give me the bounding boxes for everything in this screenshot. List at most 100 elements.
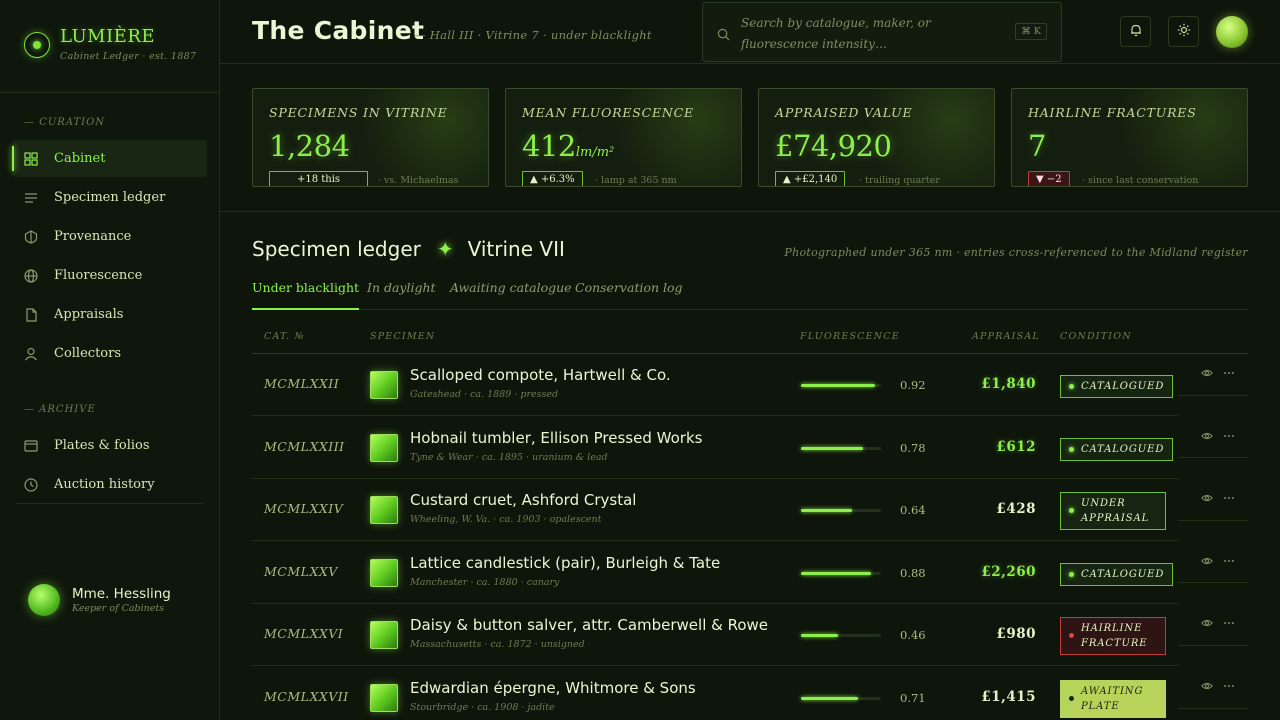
specimen-name[interactable]: Daisy & button salver, attr. Camberwell …: [410, 616, 768, 634]
brand[interactable]: LUMIÈRE Cabinet Ledger · est. 1887: [24, 26, 196, 62]
fluorescence-bar-fill: [801, 634, 838, 638]
sidebar-item-label: Fluorescence: [54, 268, 143, 283]
specimen-meta: Tyne & Wear · ca. 1895 · uranium & lead: [410, 451, 608, 463]
table-row[interactable]: MCMLXXII Scalloped compote, Hartwell & Co…: [252, 354, 1178, 416]
eye-icon[interactable]: [1200, 429, 1214, 443]
eye-icon[interactable]: [1200, 554, 1214, 568]
catalogue-number: MCMLXXVI: [264, 626, 344, 642]
kpi-card-fluorescence[interactable]: MEAN FLUORESCENCE 412lm/m² ▲ +6.3% · lam…: [505, 88, 742, 187]
catalogue-number: MCMLXXV: [264, 563, 338, 579]
eye-icon[interactable]: [1200, 679, 1214, 693]
fluorescence-value: 0.46: [900, 628, 926, 643]
specimen-meta: Stourbridge · ca. 1908 · jadite: [410, 702, 555, 713]
status-badge: UNDER APPRAISAL: [1060, 492, 1166, 531]
search-icon: [717, 26, 730, 45]
table-row[interactable]: MCMLXXVII Edwardian épergne, Whitmore & S…: [252, 667, 1178, 720]
sidebar-item-provenance[interactable]: Provenance: [12, 218, 207, 255]
specimen-thumbnail[interactable]: [370, 433, 398, 462]
fluorescence-bar-fill: [801, 697, 858, 700]
eye-icon[interactable]: [1200, 491, 1214, 505]
fluorescence-value: 0.64: [900, 503, 926, 518]
specimen-name[interactable]: Custard cruet, Ashford Crystal: [410, 491, 636, 509]
more-icon[interactable]: [1222, 554, 1236, 568]
fluorescence-bar: [801, 634, 881, 638]
kpi-card-hairline-fractures[interactable]: HAIRLINE FRACTURES 7 ▼ −2 · since last c…: [1011, 88, 1248, 187]
sidebar-item-plates-folios[interactable]: Plates & folios: [12, 427, 207, 464]
table-row[interactable]: MCMLXXIV Custard cruet, Ashford Crystal Wh…: [252, 479, 1178, 542]
sidebar-item-fluorescence[interactable]: Fluorescence: [12, 257, 207, 294]
sidebar-item-collectors[interactable]: Collectors: [12, 335, 207, 372]
ledger-subtitle: Vitrine VII: [467, 237, 565, 261]
fluorescence-bar-fill: [801, 446, 864, 450]
column-header-specimen[interactable]: SPECIMEN: [370, 331, 435, 342]
eye-icon[interactable]: [1200, 366, 1214, 380]
table-row[interactable]: MCMLXXV Lattice candlestick (pair), Burle…: [252, 542, 1178, 604]
fluorescence-value: 0.78: [900, 440, 926, 455]
kpi-label: MEAN FLUORESCENCE: [522, 105, 694, 120]
person-icon: [24, 347, 38, 361]
fluorescence-value: 0.92: [900, 378, 926, 392]
ledger-tabs: Under blacklight In daylight Awaiting ca…: [252, 280, 1248, 310]
user-profile[interactable]: Mme. Hessling Keeper of Cabinets: [28, 584, 171, 616]
fluorescence-bar-fill: [801, 571, 872, 575]
table-row[interactable]: MCMLXXVI Daisy & button salver, attr. Cam…: [252, 604, 1178, 667]
avatar: [28, 584, 60, 616]
column-header-appraisal[interactable]: APPRAISAL: [972, 331, 1040, 342]
sidebar-item-appraisals[interactable]: Appraisals: [12, 296, 207, 333]
column-header-cat[interactable]: CAT. №: [264, 331, 305, 342]
tab-in-daylight[interactable]: In daylight: [367, 280, 436, 310]
specimen-thumbnail[interactable]: [370, 684, 398, 712]
column-header-fluorescence[interactable]: FLUORESCENCE: [800, 331, 900, 342]
table-row[interactable]: MCMLXXIII Hobnail tumbler, Ellison Presse…: [252, 417, 1178, 479]
specimen-thumbnail[interactable]: [370, 558, 398, 587]
specimen-name[interactable]: Lattice candlestick (pair), Burleigh & T…: [410, 554, 720, 572]
tab-under-blacklight[interactable]: Under blacklight: [252, 280, 360, 310]
more-icon[interactable]: [1222, 429, 1236, 443]
more-icon[interactable]: [1222, 491, 1236, 505]
more-icon[interactable]: [1222, 679, 1236, 693]
kpi-label: APPRAISED VALUE: [775, 105, 913, 120]
bell-icon: [1129, 22, 1143, 41]
more-icon[interactable]: [1222, 616, 1236, 630]
sidebar-item-auction-history[interactable]: Auction history: [12, 466, 207, 503]
kpi-card-appraised-value[interactable]: APPRAISED VALUE £74,920 ▲ +£2,140 · trai…: [758, 88, 995, 187]
kpi-delta-badge: ▲ +£2,140: [775, 171, 846, 186]
avatar[interactable]: [1216, 16, 1248, 48]
specimen-name[interactable]: Scalloped compote, Hartwell & Co.: [410, 366, 671, 384]
sidebar-divider: [0, 92, 219, 93]
more-icon[interactable]: [1222, 366, 1236, 380]
theme-toggle-button[interactable]: [1168, 16, 1199, 47]
kpi-card-specimens[interactable]: SPECIMENS IN VITRINE 1,284 +18 this · vs…: [252, 88, 489, 187]
tab-awaiting-catalogue[interactable]: Awaiting catalogue: [450, 280, 572, 310]
eye-icon[interactable]: [1200, 616, 1214, 630]
section-note: Photographed under 365 nm · entries cros…: [784, 246, 1248, 259]
specimen-thumbnail[interactable]: [370, 496, 398, 525]
search-input[interactable]: Search by catalogue, maker, or fluoresce…: [702, 2, 1062, 62]
column-header-condition[interactable]: CONDITION: [1060, 331, 1132, 342]
status-badge: HAIRLINE FRACTURE: [1060, 617, 1166, 656]
row-actions-divider: [1178, 645, 1248, 646]
appraisal-value: £1,840: [981, 376, 1036, 392]
fluorescence-value: 0.88: [900, 565, 926, 580]
status-badge: CATALOGUED: [1060, 437, 1174, 461]
fluorescence-bar: [801, 509, 881, 513]
sidebar-item-specimen-ledger[interactable]: Specimen ledger: [12, 179, 207, 216]
fluorescence-bar-fill: [801, 509, 853, 513]
breadcrumb: — Hall III · Vitrine 7 · under blackligh…: [414, 28, 652, 42]
specimen-thumbnail[interactable]: [370, 371, 398, 399]
sidebar-item-cabinet[interactable]: Cabinet: [12, 140, 207, 177]
kpi-delta-badge: ▲ +6.3%: [522, 171, 583, 186]
specimen-thumbnail[interactable]: [370, 621, 398, 650]
kpi-note: · since last conservation: [1082, 175, 1199, 186]
notifications-button[interactable]: [1120, 16, 1151, 47]
brand-logo-icon: [24, 32, 50, 58]
catalogue-number: MCMLXXVII: [264, 689, 349, 704]
specimen-meta: Gateshead · ca. 1889 · pressed: [410, 389, 559, 400]
tab-conservation-log[interactable]: Conservation log: [575, 280, 683, 310]
specimen-name[interactable]: Edwardian épergne, Whitmore & Sons: [410, 679, 696, 697]
card-icon: [24, 439, 38, 453]
sidebar: LUMIÈRE Cabinet Ledger · est. 1887 — CUR…: [0, 0, 220, 720]
kpi-label: SPECIMENS IN VITRINE: [269, 105, 448, 120]
specimen-name[interactable]: Hobnail tumbler, Ellison Pressed Works: [410, 429, 702, 447]
shield-icon: [24, 229, 38, 244]
